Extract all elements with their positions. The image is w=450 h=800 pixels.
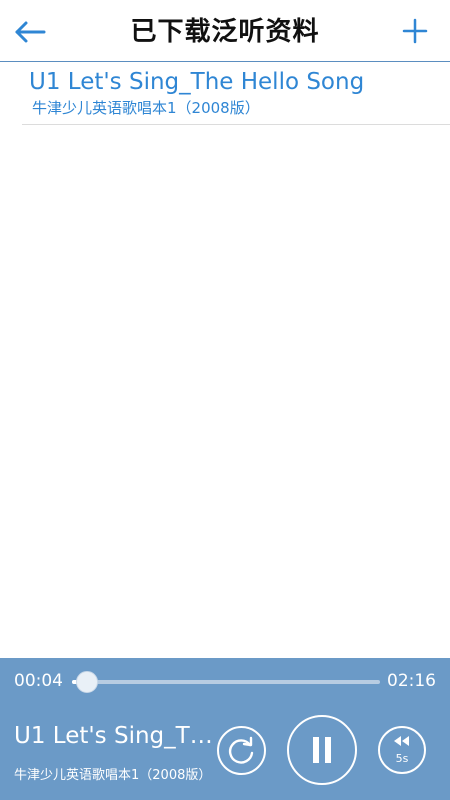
back-arrow-icon [15,21,46,43]
progress-knob[interactable] [76,671,99,693]
progress-slider[interactable] [72,671,380,693]
current-time: 00:04 [14,671,63,691]
now-playing-title: U1 Let's Sing_The Hello Song [14,723,214,749]
pause-icon [313,737,331,763]
list-item[interactable]: U1 Let's Sing_The Hello Song 牛津少儿英语歌唱本1（… [22,62,450,125]
repeat-button[interactable] [217,726,266,775]
downloaded-list: U1 Let's Sing_The Hello Song 牛津少儿英语歌唱本1（… [0,62,450,125]
repeat-icon [228,736,254,764]
rewind-label: 5s [395,752,409,765]
page-title: 已下载泛听资料 [130,17,320,47]
list-item-title: U1 Let's Sing_The Hello Song [29,69,365,95]
back-button[interactable] [12,14,48,50]
rewind-5s-button[interactable]: 5s [378,726,426,774]
total-time: 02:16 [387,671,436,691]
downloaded-listening-page: 已下载泛听资料 U1 Let's Sing_The Hello Song 牛津少… [0,0,450,800]
nav-bar: 已下载泛听资料 [0,0,450,62]
mini-player: 00:04 02:16 U1 Let's Sing_The Hello Song… [0,658,450,800]
plus-icon [402,18,428,44]
now-playing-subtitle: 牛津少儿英语歌唱本1（2008版） [14,768,212,783]
pause-button[interactable] [287,715,357,785]
add-button[interactable] [400,16,430,46]
list-item-subtitle: 牛津少儿英语歌唱本1（2008版） [32,99,260,117]
